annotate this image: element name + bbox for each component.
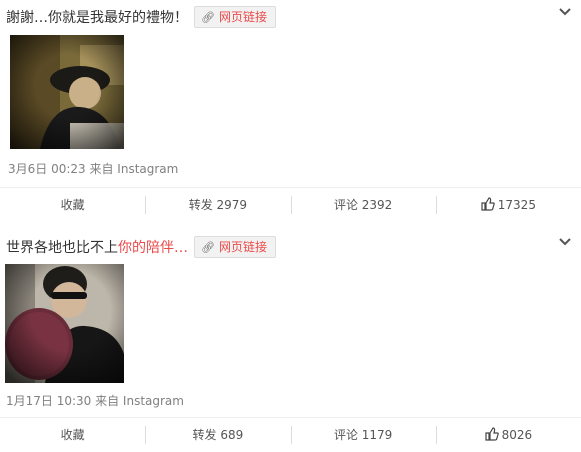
favorite-button[interactable]: 收藏	[0, 188, 145, 222]
like-button[interactable]: 17325	[435, 188, 581, 222]
post-text: 謝謝…你就是我最好的禮物！ 🔗︎ 网页链接	[6, 6, 276, 28]
comment-button[interactable]: 评论 1179	[290, 418, 436, 452]
thumbs-up-icon	[484, 427, 499, 441]
like-count: 8026	[501, 428, 533, 442]
post-text-plain: 世界各地也比不上	[6, 240, 118, 256]
chevron-down-icon[interactable]	[557, 234, 573, 250]
favorite-label: 收藏	[60, 198, 85, 212]
post-image-thumbnail[interactable]	[10, 35, 124, 149]
repost-button[interactable]: 转发 689	[145, 418, 290, 452]
post-text-highlight[interactable]: 你的陪伴…	[118, 240, 188, 256]
weblink-label: 网页链接	[218, 240, 267, 254]
like-count: 17325	[497, 198, 536, 212]
weblink-button[interactable]: 🔗︎ 网页链接	[194, 236, 276, 258]
comment-label: 评论 1179	[333, 428, 393, 442]
weblink-button[interactable]: 🔗︎ 网页链接	[194, 6, 276, 28]
comment-button[interactable]: 评论 2392	[290, 188, 436, 222]
link-icon: 🔗︎	[201, 241, 215, 254]
weblink-label: 网页链接	[218, 10, 267, 24]
repost-button[interactable]: 转发 2979	[145, 188, 290, 222]
chevron-down-icon[interactable]	[557, 4, 573, 20]
action-bar: 收藏 转发 2979 评论 2392 17325	[0, 187, 581, 222]
comment-label: 评论 2392	[333, 198, 393, 212]
post-text-plain: 謝謝…你就是我最好的禮物！	[6, 10, 188, 26]
favorite-label: 收藏	[60, 428, 85, 442]
post-text: 世界各地也比不上你的陪伴… 🔗︎ 网页链接	[6, 236, 276, 258]
favorite-button[interactable]: 收藏	[0, 418, 145, 452]
repost-label: 转发 689	[192, 428, 244, 442]
link-icon: 🔗︎	[201, 11, 215, 24]
like-button[interactable]: 8026	[435, 418, 581, 452]
thumbs-up-icon	[481, 197, 495, 211]
repost-label: 转发 2979	[188, 198, 248, 212]
post-meta: 1月17日 10:30 来自 Instagram	[6, 394, 184, 408]
photo-woman-hat	[10, 35, 124, 149]
post-meta: 3月6日 00:23 来自 Instagram	[8, 162, 179, 176]
photo-couple-embrace	[5, 264, 124, 383]
post-image-thumbnail[interactable]	[5, 264, 124, 383]
action-bar: 收藏 转发 689 评论 1179 8026	[0, 417, 581, 452]
